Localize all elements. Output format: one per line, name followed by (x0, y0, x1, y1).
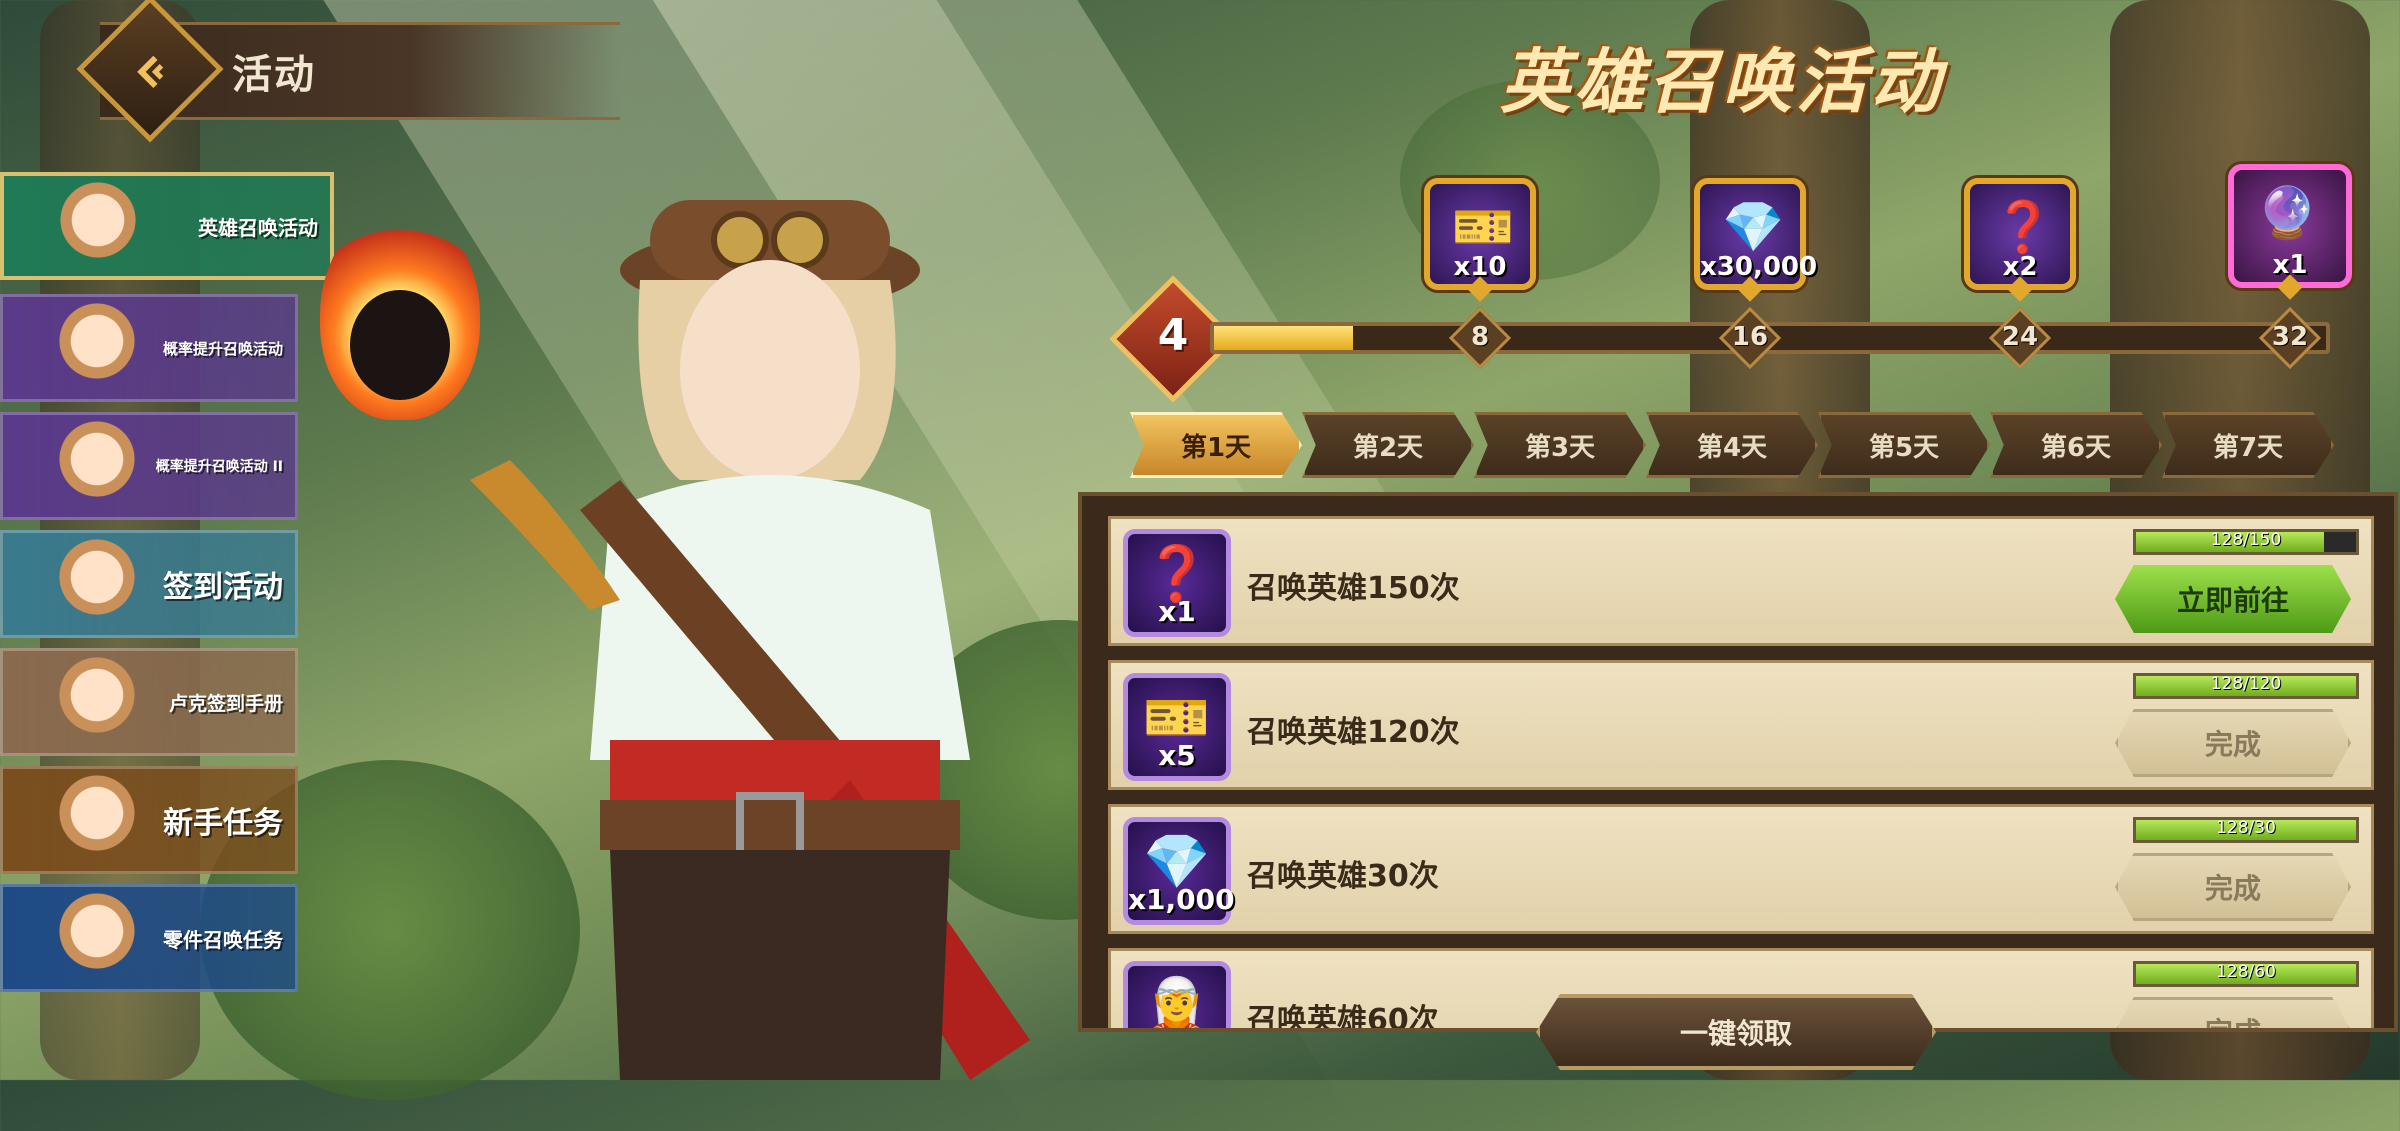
task-label: 召唤英雄30次 (1247, 859, 1439, 894)
completed-button[interactable]: 完成 (2115, 997, 2351, 1028)
avatar (43, 773, 151, 871)
tab-day-6[interactable]: 第6天 (1990, 412, 2162, 478)
task-reward-qty: x1 (1158, 595, 1196, 628)
sidebar-item-label: 概率提升召唤活动 (162, 339, 283, 358)
progress-fill (1214, 326, 1353, 350)
tab-day-5[interactable]: 第5天 (1818, 412, 1990, 478)
task-label: 召唤英雄60次 (1247, 1003, 1439, 1032)
level-number: 4 (1157, 310, 1189, 361)
hero-card-icon: 🧝 (1143, 974, 1211, 1032)
completed-button[interactable]: 完成 (2115, 709, 2351, 777)
go-now-button[interactable]: 立即前往 (2115, 565, 2351, 633)
sidebar-item-newbie-tasks[interactable]: 新手任务 (0, 766, 298, 874)
milestone-label: 32 (2271, 322, 2309, 352)
avatar (43, 419, 151, 517)
task-row: 🎫 x5 召唤英雄120次 128/120 完成 (1108, 660, 2374, 790)
task-progress-bar: 128/60 (2133, 961, 2359, 987)
task-progress-bar: 128/150 (2133, 529, 2359, 555)
tab-day-7[interactable]: 第7天 (2162, 412, 2334, 478)
task-panel[interactable]: ❓ x1 召唤英雄150次 128/150 立即前往 🎫 x5 召唤英雄120次… (1078, 492, 2398, 1032)
milestone-label: 8 (1470, 322, 1490, 352)
sidebar-item-rate-up-summon-2[interactable]: 概率提升召唤活动 II (0, 412, 298, 520)
task-reward-qty: x1,000 (1128, 883, 1235, 916)
tab-day-1[interactable]: 第1天 (1130, 412, 1302, 478)
sidebar-item-parts-summon[interactable]: 零件召唤任务 (0, 884, 298, 992)
milestone-reward-8[interactable]: 🎫 x10 (1424, 178, 1536, 302)
avatar (43, 655, 151, 753)
task-reward-icon: 🧝 (1123, 961, 1231, 1032)
task-row: 💎 x1,000 召唤英雄30次 128/30 完成 (1108, 804, 2374, 934)
tab-day-3[interactable]: 第3天 (1474, 412, 1646, 478)
milestone-label: 16 (1731, 322, 1769, 352)
milestone-label: 24 (2001, 322, 2039, 352)
milestone-reward-24[interactable]: ❓ x2 (1964, 178, 2076, 302)
hero-illustration (320, 180, 1090, 1080)
ticket-icon: 🎫 (1452, 198, 1515, 256)
task-reward-icon: 💎 x1,000 (1123, 817, 1235, 925)
tab-day-4[interactable]: 第4天 (1646, 412, 1818, 478)
event-title: 英雄召唤活动 (1500, 41, 1944, 123)
hero-figure (470, 200, 1030, 1080)
completed-button[interactable]: 完成 (2115, 853, 2351, 921)
crystal-icon: 🔮 (2256, 184, 2319, 242)
sidebar-item-hero-summon[interactable]: 英雄召唤活动 (0, 172, 334, 280)
task-progress-bar: 128/120 (2133, 673, 2359, 699)
milestone-reward-16[interactable]: 💎 x30,000 (1694, 178, 1817, 302)
sidebar-item-label: 零件召唤任务 (163, 927, 283, 952)
sidebar-item-label: 卢克签到手册 (168, 692, 283, 715)
sidebar-item-label: 签到活动 (163, 570, 283, 605)
task-progress-text: 128/60 (2216, 962, 2276, 982)
avatar (43, 891, 151, 989)
sidebar-item-rate-up-summon[interactable]: 概率提升召唤活动 (0, 294, 298, 402)
task-row: ❓ x1 召唤英雄150次 128/150 立即前往 (1108, 516, 2374, 646)
task-reward-icon: 🎫 x5 (1123, 673, 1231, 781)
sidebar-item-sign-in[interactable]: 签到活动 (0, 530, 298, 638)
sidebar-item-label: 英雄召唤活动 (198, 215, 318, 240)
back-arrow-icon (137, 55, 164, 88)
page-title: 活动 (232, 52, 316, 98)
back-button[interactable] (76, 0, 224, 143)
task-progress-text: 128/150 (2210, 530, 2282, 550)
avatar (43, 301, 151, 399)
top-header: 活动 (76, 0, 620, 143)
task-progress-text: 128/120 (2210, 674, 2282, 694)
task-reward-icon: ❓ x1 (1123, 529, 1231, 637)
task-progress-text: 128/30 (2216, 818, 2276, 838)
avatar (43, 537, 151, 635)
sidebar-item-label: 新手任务 (163, 806, 283, 841)
sidebar-item-luke-sign-in[interactable]: 卢克签到手册 (0, 648, 298, 756)
avatar (44, 180, 152, 276)
diamond-icon: 💎 (1722, 198, 1785, 256)
task-label: 召唤英雄150次 (1247, 571, 1460, 606)
task-label: 召唤英雄120次 (1247, 715, 1460, 750)
task-progress-bar: 128/30 (2133, 817, 2359, 843)
flame-pet-face (350, 290, 450, 400)
sidebar-item-label: 概率提升召唤活动 II (155, 459, 283, 475)
task-reward-qty: x5 (1158, 739, 1196, 772)
milestone-reward-32[interactable]: 🔮 x1 (2228, 164, 2352, 300)
claim-all-button[interactable]: 一键领取 (1536, 994, 1936, 1070)
mystery-hero-icon: ❓ (1992, 198, 2055, 256)
tab-day-2[interactable]: 第2天 (1302, 412, 1474, 478)
